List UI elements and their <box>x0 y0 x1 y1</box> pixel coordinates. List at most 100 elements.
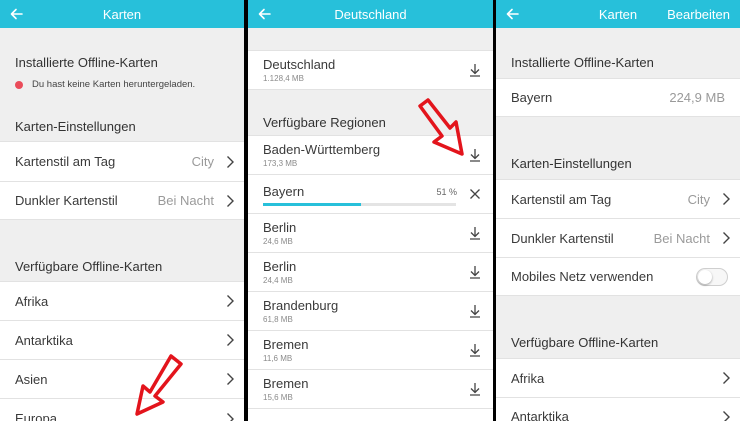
section-installed-header: Installierte Offline-Karten <box>15 55 158 70</box>
setting-mobile-network[interactable]: Mobiles Netz verwenden <box>496 257 740 296</box>
region-size: 11,6 MB <box>263 354 293 363</box>
region-label: Berlin <box>263 259 297 274</box>
download-icon[interactable] <box>467 62 483 78</box>
maps-panel-overview: Karten Installierte Offline-Karten Du ha… <box>0 0 244 421</box>
region-size: 61,8 MB <box>263 315 293 324</box>
region-label: Berlin <box>263 220 297 235</box>
cancel-download-icon[interactable] <box>469 188 481 200</box>
setting-value: Bei Nacht <box>157 193 214 208</box>
no-maps-note: Du hast keine Karten heruntergeladen. <box>15 79 195 90</box>
chevron-right-icon <box>227 295 234 307</box>
setting-value: City <box>191 154 214 169</box>
download-icon[interactable] <box>467 264 483 280</box>
maps-panel-installed: Karten Bearbeiten Installierte Offline-K… <box>496 0 740 421</box>
chevron-right-icon <box>723 372 730 384</box>
chevron-right-icon <box>227 413 234 421</box>
region-label: Baden-Württemberg <box>263 142 381 157</box>
toggle-knob <box>698 269 712 284</box>
region-row-bayern-downloading[interactable]: Bayern 51 % <box>248 174 493 213</box>
mobile-network-toggle[interactable] <box>696 267 728 286</box>
region-item-afrika[interactable]: Afrika <box>496 358 740 397</box>
section-installed-header: Installierte Offline-Karten <box>511 55 654 70</box>
setting-day-style[interactable]: Kartenstil am Tag City <box>0 141 244 181</box>
top-bar: Karten Bearbeiten <box>496 0 740 28</box>
setting-dark-style[interactable]: Dunkler Kartenstil Bei Nacht <box>0 181 244 220</box>
chevron-right-icon <box>227 334 234 346</box>
back-arrow-icon[interactable] <box>8 5 26 23</box>
back-arrow-icon[interactable] <box>256 5 274 23</box>
section-available-header: Verfügbare Offline-Karten <box>15 259 163 274</box>
section-settings-header: Karten-Einstellungen <box>511 156 632 171</box>
page-title: Karten <box>598 6 638 22</box>
region-item-antarktika[interactable]: Antarktika <box>496 397 740 421</box>
top-bar: Deutschland <box>248 0 493 28</box>
section-available-header: Verfügbare Offline-Karten <box>511 335 659 350</box>
region-row-partial[interactable] <box>248 408 493 421</box>
top-bar: Karten <box>0 0 244 28</box>
region-row[interactable]: Bremen 15,6 MB <box>248 369 493 408</box>
red-annotation-arrow-icon <box>135 354 183 416</box>
setting-label: Kartenstil am Tag <box>15 154 116 169</box>
section-regions-header: Verfügbare Regionen <box>263 115 386 130</box>
chevron-right-icon <box>227 155 234 168</box>
region-row[interactable]: Bremen 11,6 MB <box>248 330 493 369</box>
download-icon[interactable] <box>467 225 483 241</box>
country-regions-panel: Deutschland Deutschland 1.128,4 MB Verfü… <box>248 0 493 421</box>
region-label: Afrika <box>15 293 49 309</box>
region-item-afrika[interactable]: Afrika <box>0 281 244 320</box>
chevron-right-icon <box>227 373 234 385</box>
region-label: Asien <box>15 371 48 387</box>
download-icon[interactable] <box>467 342 483 358</box>
setting-label: Kartenstil am Tag <box>511 191 612 207</box>
setting-label: Dunkler Kartenstil <box>511 230 614 246</box>
region-size: 15,6 MB <box>263 393 293 402</box>
download-percent: 51 % <box>436 187 457 197</box>
download-icon[interactable] <box>467 147 483 163</box>
setting-value: Bei Nacht <box>653 230 710 246</box>
region-item-antarktika[interactable]: Antarktika <box>0 320 244 359</box>
region-size: 173,3 MB <box>263 159 298 168</box>
page-title: Karten <box>102 6 142 22</box>
chevron-right-icon <box>227 194 234 207</box>
region-label: Antarktika <box>511 409 569 421</box>
setting-day-style[interactable]: Kartenstil am Tag City <box>496 179 740 218</box>
page-title: Deutschland <box>334 6 407 22</box>
region-label: Bremen <box>263 376 309 391</box>
red-annotation-arrow-icon <box>418 98 464 156</box>
region-row[interactable]: Brandenburg 61,8 MB <box>248 291 493 330</box>
region-item-asien[interactable]: Asien <box>0 359 244 398</box>
setting-value: City <box>687 191 710 207</box>
country-size: 1.128,4 MB <box>263 74 304 83</box>
region-label: Antarktika <box>15 332 73 348</box>
region-label: Brandenburg <box>263 298 339 313</box>
alert-dot-icon <box>15 80 23 89</box>
region-row[interactable]: Berlin 24,6 MB <box>248 213 493 252</box>
region-label: Bayern <box>263 184 305 199</box>
download-icon[interactable] <box>467 303 483 319</box>
setting-dark-style[interactable]: Dunkler Kartenstil Bei Nacht <box>496 218 740 257</box>
region-label: Europa <box>15 411 57 421</box>
back-arrow-icon[interactable] <box>504 5 522 23</box>
edit-button[interactable]: Bearbeiten <box>667 7 730 22</box>
country-label: Deutschland <box>263 57 336 72</box>
no-maps-text: Du hast keine Karten heruntergeladen. <box>32 79 196 90</box>
region-label: Bremen <box>263 337 309 352</box>
download-progress-fill <box>263 203 362 206</box>
installed-label: Bayern <box>511 90 553 105</box>
download-icon[interactable] <box>467 381 483 397</box>
chevron-right-icon <box>723 411 730 421</box>
country-download-row[interactable]: Deutschland 1.128,4 MB <box>248 50 493 90</box>
setting-label: Mobiles Netz verwenden <box>511 269 654 284</box>
installed-map-bayern[interactable]: Bayern 224,9 MB <box>496 78 740 117</box>
region-row[interactable]: Berlin 24,4 MB <box>248 252 493 291</box>
chevron-right-icon <box>723 193 730 205</box>
chevron-right-icon <box>723 232 730 244</box>
section-settings-header: Karten-Einstellungen <box>15 119 136 134</box>
region-size: 24,6 MB <box>263 237 293 246</box>
setting-label: Dunkler Kartenstil <box>15 193 118 208</box>
region-item-europa[interactable]: Europa <box>0 398 244 421</box>
region-label: Afrika <box>511 370 545 386</box>
installed-size: 224,9 MB <box>669 90 725 105</box>
download-progress-bar <box>263 203 456 206</box>
region-size: 24,4 MB <box>263 276 293 285</box>
